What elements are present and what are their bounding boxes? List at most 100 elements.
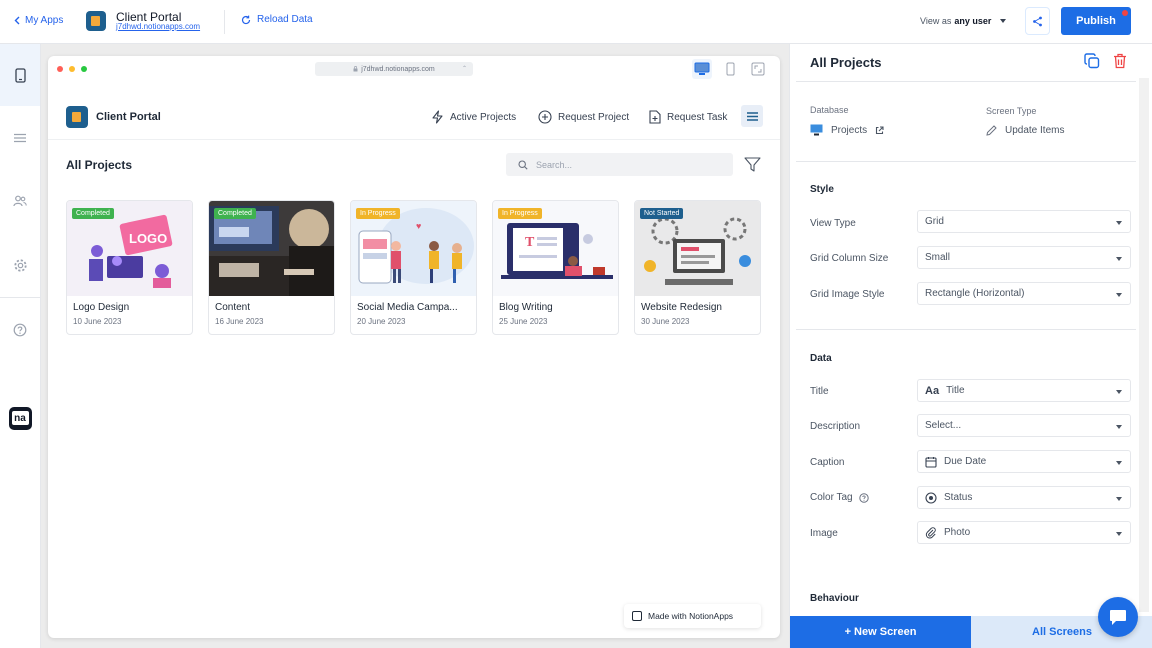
rail-item-help[interactable] bbox=[0, 299, 40, 361]
app-logo bbox=[86, 11, 106, 31]
trash-icon bbox=[1114, 53, 1126, 69]
made-with-label: Made with NotionApps bbox=[648, 611, 734, 621]
browser-frame: j7dhwd.notionapps.com ⌃ Client Portal Ac… bbox=[48, 56, 780, 638]
search-input[interactable]: Search... bbox=[506, 153, 733, 176]
preview-app-logo bbox=[66, 106, 88, 128]
hamburger-menu-button[interactable] bbox=[741, 105, 763, 127]
status-icon bbox=[925, 491, 937, 504]
divider bbox=[0, 297, 40, 298]
database-name: Projects bbox=[831, 124, 868, 136]
fullscreen-button[interactable] bbox=[748, 59, 768, 79]
view-as-prefix: View as bbox=[920, 16, 952, 26]
project-card[interactable]: LOGO Completed Logo Design 10 June 2023 bbox=[66, 200, 193, 335]
nav-active-projects[interactable]: Active Projects bbox=[431, 110, 516, 124]
behaviour-heading: Behaviour bbox=[810, 593, 859, 604]
app-url-link[interactable]: j7dhwd.notionapps.com bbox=[116, 22, 200, 31]
desktop-icon bbox=[694, 62, 710, 75]
settings-panel: All Projects Database Projects Screen Ty… bbox=[789, 44, 1152, 648]
card-title: Blog Writing bbox=[499, 302, 553, 313]
hamburger-icon bbox=[746, 111, 758, 121]
select-value: Status bbox=[944, 492, 973, 503]
card-title: Logo Design bbox=[73, 302, 130, 313]
database-label: Database bbox=[810, 105, 849, 115]
panel-title: All Projects bbox=[810, 55, 882, 70]
view-type-select[interactable]: Grid bbox=[917, 210, 1131, 233]
reload-data-button[interactable]: Reload Data bbox=[241, 14, 313, 25]
nav-request-task[interactable]: Request Task bbox=[649, 110, 727, 124]
image-field-select[interactable]: Photo bbox=[917, 521, 1131, 544]
reload-label: Reload Data bbox=[257, 14, 313, 25]
rail-item-settings[interactable] bbox=[0, 234, 40, 296]
color-tag-field-select[interactable]: Status bbox=[917, 486, 1131, 509]
search-icon bbox=[518, 159, 528, 170]
plus-circle-icon bbox=[538, 110, 552, 124]
status-badge: In Progress bbox=[356, 208, 400, 219]
rail-item-users[interactable] bbox=[0, 170, 40, 232]
chat-support-button[interactable] bbox=[1098, 597, 1138, 637]
rail-item-screens[interactable] bbox=[0, 44, 40, 106]
database-monitor-icon bbox=[810, 124, 823, 136]
card-date: 16 June 2023 bbox=[215, 317, 264, 326]
share-icon bbox=[1033, 16, 1042, 26]
made-with-badge[interactable]: Made with NotionApps bbox=[624, 604, 761, 628]
select-value: Rectangle (Horizontal) bbox=[925, 288, 1025, 299]
desktop-view-button[interactable] bbox=[692, 59, 712, 79]
project-card[interactable]: ♥ In Progress Social Media Campa... 20 J… bbox=[350, 200, 477, 335]
card-title: Social Media Campa... bbox=[357, 302, 458, 313]
filter-button[interactable] bbox=[744, 157, 761, 177]
status-badge: Completed bbox=[214, 208, 256, 219]
database-value[interactable]: Projects bbox=[810, 124, 884, 136]
grid-image-style-select[interactable]: Rectangle (Horizontal) bbox=[917, 282, 1131, 305]
delete-screen-button[interactable] bbox=[1113, 53, 1127, 74]
back-to-my-apps-link[interactable]: My Apps bbox=[14, 15, 63, 26]
project-card[interactable]: Completed Content 16 June 2023 bbox=[208, 200, 335, 335]
data-heading: Data bbox=[810, 353, 832, 364]
mobile-icon bbox=[14, 67, 26, 83]
help-icon bbox=[13, 323, 27, 337]
select-value: Due Date bbox=[944, 456, 987, 467]
expand-icon bbox=[751, 62, 765, 76]
mobile-view-button[interactable] bbox=[720, 59, 740, 79]
view-as-dropdown[interactable]: View as any user bbox=[920, 16, 1007, 26]
caret-down-icon bbox=[1000, 19, 1007, 23]
nav-label: Request Task bbox=[667, 111, 728, 123]
nav-request-project[interactable]: Request Project bbox=[538, 110, 629, 124]
top-bar: My Apps Client Portal j7dhwd.notionapps.… bbox=[0, 0, 1152, 44]
share-button[interactable] bbox=[1025, 7, 1050, 35]
minimize-dot bbox=[69, 66, 75, 72]
screen-type-name: Update Items bbox=[1005, 125, 1065, 136]
card-title: Website Redesign bbox=[641, 302, 722, 313]
filter-icon bbox=[744, 157, 761, 172]
description-field-select[interactable]: Select... bbox=[917, 414, 1131, 437]
bolt-icon bbox=[432, 110, 443, 124]
notionapps-logo-icon bbox=[632, 611, 642, 621]
pencil-icon bbox=[986, 125, 997, 136]
url-bar[interactable]: j7dhwd.notionapps.com ⌃ bbox=[315, 62, 473, 76]
screen-type-value: Update Items bbox=[986, 125, 1064, 136]
status-badge: In Progress bbox=[498, 208, 542, 219]
select-value: Photo bbox=[944, 527, 971, 538]
grid-column-size-select[interactable]: Small bbox=[917, 246, 1131, 269]
status-badge: Not Started bbox=[640, 208, 684, 219]
svg-text:LOGO: LOGO bbox=[129, 231, 167, 246]
calendar-icon bbox=[925, 456, 937, 468]
caption-field-select[interactable]: Due Date bbox=[917, 450, 1131, 473]
info-icon[interactable] bbox=[858, 492, 869, 503]
mobile-icon bbox=[726, 62, 734, 76]
select-value: Small bbox=[925, 252, 951, 263]
new-screen-button[interactable]: + New Screen bbox=[790, 616, 971, 648]
close-dot bbox=[57, 66, 63, 72]
title-field-select[interactable]: Aa Title bbox=[917, 379, 1131, 402]
publish-button[interactable]: Publish bbox=[1061, 7, 1131, 35]
nav-label: Request Project bbox=[558, 111, 630, 123]
duplicate-screen-button[interactable] bbox=[1084, 53, 1100, 74]
all-screens-label: All Screens bbox=[1032, 626, 1092, 638]
project-card[interactable]: Not Started Website Redesign 30 June 202… bbox=[634, 200, 761, 335]
users-icon bbox=[13, 195, 27, 207]
description-field-label: Description bbox=[810, 421, 861, 432]
external-link-icon bbox=[876, 125, 884, 134]
panel-scrollbar[interactable] bbox=[1139, 78, 1149, 612]
project-card[interactable]: T In Progress Blog Writing 25 June 2023 bbox=[492, 200, 619, 335]
rail-item-data[interactable] bbox=[0, 107, 40, 169]
chat-icon bbox=[1110, 609, 1126, 625]
